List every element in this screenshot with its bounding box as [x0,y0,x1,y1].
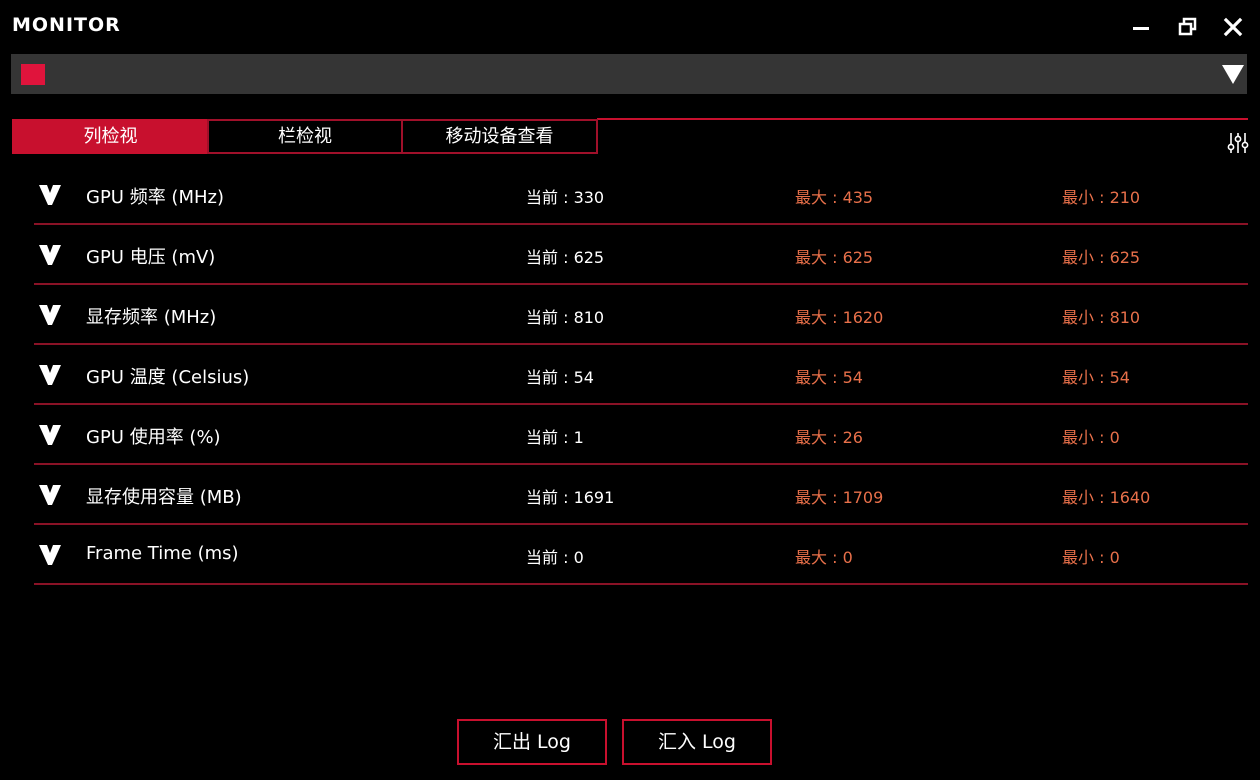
metric-row: GPU 使用率 (%) 当前 : 1 最大 : 26 最小 : 0 [0,405,1260,465]
tab-list-view[interactable]: 列检视 [12,119,209,154]
metric-name: GPU 频率 (MHz) [86,187,224,208]
metric-row: GPU 电压 (mV) 当前 : 625 最大 : 625 最小 : 625 [0,225,1260,285]
import-log-button[interactable]: 汇入 Log [622,719,772,765]
metric-min: 最小 : 0 [1062,428,1120,447]
chevron-down-icon[interactable] [38,364,62,386]
metric-current: 当前 : 1 [526,428,584,447]
metric-min: 最小 : 625 [1062,248,1141,267]
metric-name: Frame Time (ms) [86,543,239,564]
title-bar: MONITOR [0,0,1260,50]
chevron-down-icon[interactable] [38,244,62,266]
chevron-down-icon[interactable] [38,484,62,506]
tab-mobile-view[interactable]: 移动设备查看 [401,119,598,154]
metric-min: 最小 : 1640 [1062,488,1151,507]
metric-row: 显存使用容量 (MB) 当前 : 1691 最大 : 1709 最小 : 1640 [0,465,1260,525]
tabs-divider [597,118,1248,120]
sliders-settings-icon[interactable] [1226,131,1250,155]
metric-min: 最小 : 0 [1062,548,1120,567]
metric-max: 最大 : 54 [795,368,863,387]
metric-max: 最大 : 0 [795,548,853,567]
minimize-icon[interactable] [1130,16,1152,38]
metric-min: 最小 : 54 [1062,368,1130,387]
close-icon[interactable] [1222,16,1244,38]
metric-row: 显存频率 (MHz) 当前 : 810 最大 : 1620 最小 : 810 [0,285,1260,345]
metric-current: 当前 : 330 [526,188,605,207]
metric-name: GPU 温度 (Celsius) [86,367,250,388]
monitor-window: MONITOR 列检视 栏检视 移动设备查看 GPU 频率 (MHz) 当前:… [0,0,1260,780]
export-log-button[interactable]: 汇出 Log [457,719,607,765]
device-selector[interactable] [11,54,1247,94]
metric-max: 最大 : 26 [795,428,863,447]
metric-row: GPU 频率 (MHz) 当前 : 330 最大 : 435 最小 : 210 [0,165,1260,225]
metric-current: 当前 : 625 [526,248,605,267]
metric-min: 最小 : 810 [1062,308,1141,327]
chevron-down-icon[interactable] [38,424,62,446]
metric-row: Frame Time (ms) 当前 : 0 最大 : 0 最小 : 0 [0,525,1260,585]
metric-max: 最大 : 1620 [795,308,884,327]
metric-name: GPU 电压 (mV) [86,247,216,268]
metrics-list: GPU 频率 (MHz) 当前 : 330 最大 : 435 最小 : 210 GPU … [0,165,1260,585]
chevron-down-icon[interactable] [38,544,62,566]
triangle-down-icon[interactable] [1221,63,1245,85]
metric-row: GPU 温度 (Celsius) 当前 : 54 最大 : 54 最小 : 54 [0,345,1260,405]
metric-current: 当前 : 810 [526,308,605,327]
metric-max: 最大 : 435 [795,188,874,207]
tab-column-view[interactable]: 栏检视 [207,119,403,154]
metric-current: 当前 : 1691 [526,488,615,507]
chevron-down-icon[interactable] [38,304,62,326]
metric-max: 最大 : 625 [795,248,874,267]
metric-max: 最大 : 1709 [795,488,884,507]
metric-name: 显存频率 (MHz) [86,307,217,328]
chevron-down-icon[interactable] [38,184,62,206]
app-title: MONITOR [12,14,121,36]
metric-current: 当前 : 0 [526,548,584,567]
restore-icon[interactable] [1177,16,1199,38]
metric-min: 最小 : 210 [1062,188,1141,207]
metric-name: 显存使用容量 (MB) [86,487,242,508]
row-divider [34,583,1248,585]
metric-name: GPU 使用率 (%) [86,427,221,448]
device-color-swatch [21,64,45,85]
metric-current: 当前 : 54 [526,368,594,387]
